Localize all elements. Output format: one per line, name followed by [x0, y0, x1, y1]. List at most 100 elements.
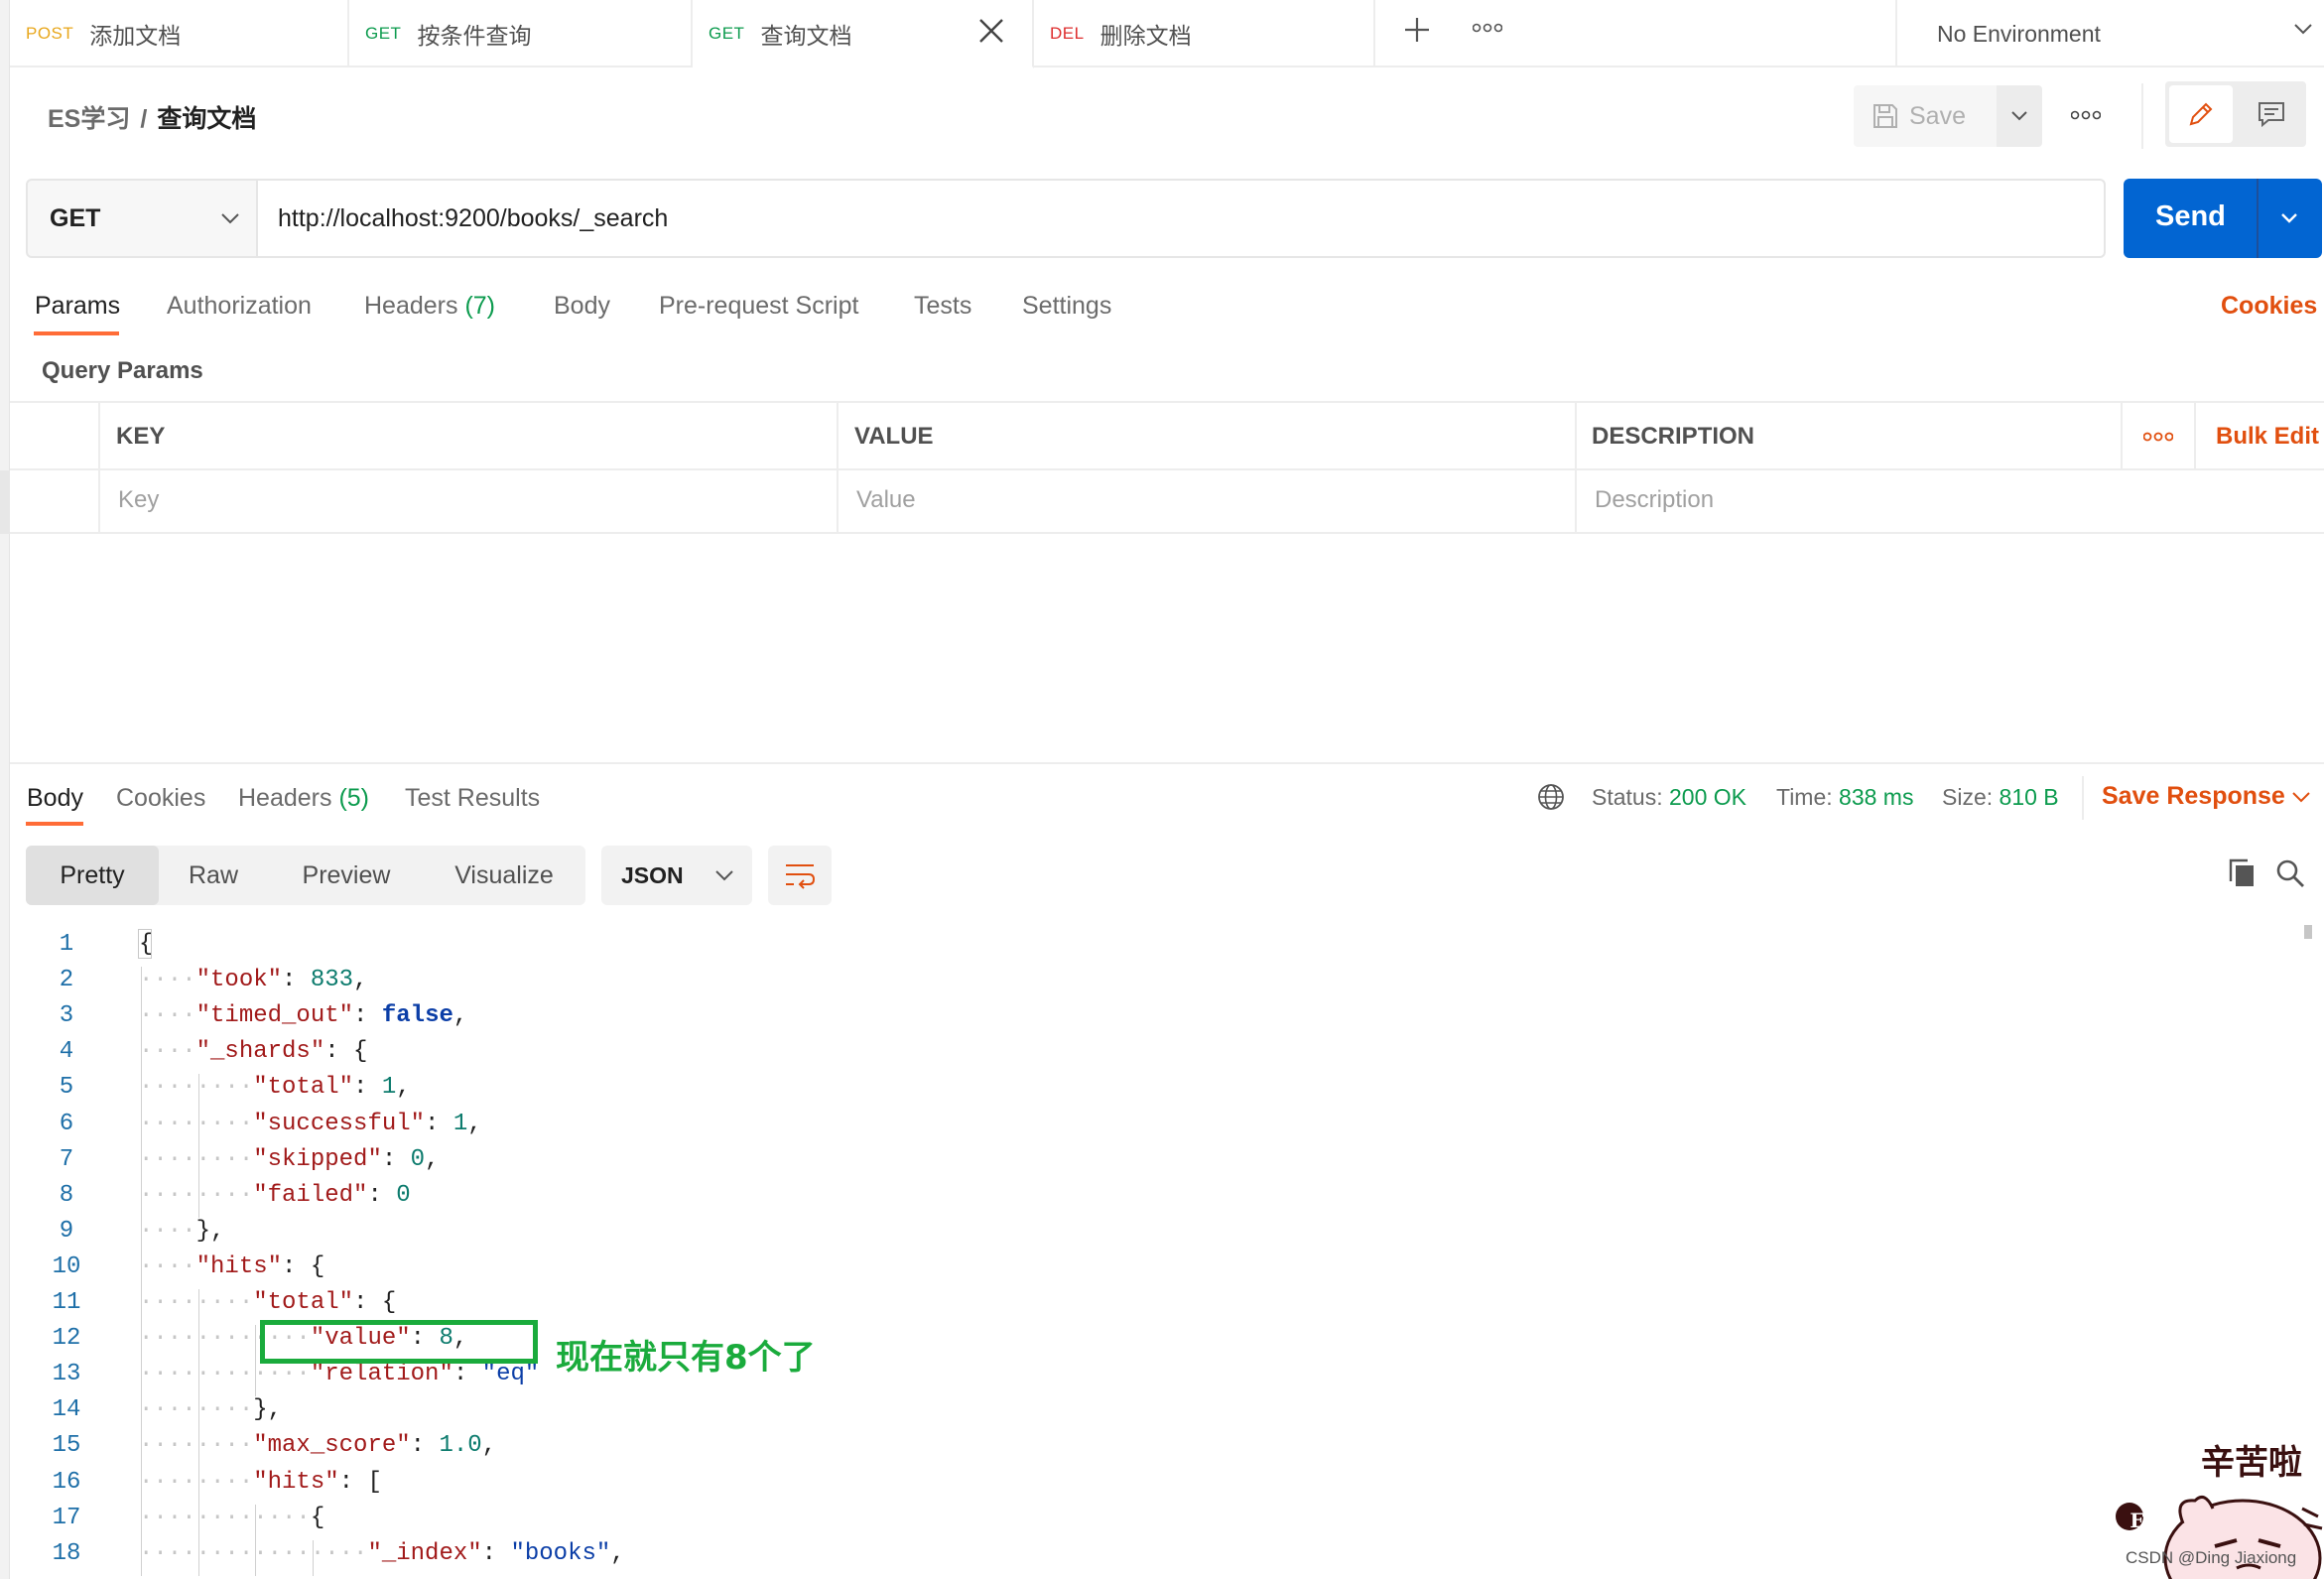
line-number: 5 — [59, 1074, 74, 1102]
status-value: 200 OK — [1669, 784, 1746, 810]
tab-params[interactable]: Params — [35, 292, 120, 321]
code-token: : — [410, 1432, 440, 1460]
save-dropdown-button[interactable] — [1997, 85, 2042, 147]
url-value: http://localhost:9200/books/_search — [278, 203, 669, 232]
tab-method: GET — [709, 23, 745, 43]
save-response-button[interactable]: Save Response — [2102, 782, 2285, 811]
bulk-edit-button[interactable]: Bulk Edit — [2216, 423, 2319, 451]
format-pretty-button[interactable]: Pretty — [26, 846, 159, 905]
chevron-down-icon — [2011, 111, 2027, 121]
indent-guide — [197, 1289, 199, 1576]
code-line: ····"_shards": { — [139, 1038, 367, 1065]
environment-selector[interactable]: No Environment — [1895, 0, 2324, 67]
format-preview-button[interactable]: Preview — [280, 846, 413, 905]
indent-guide-dots: ···· — [139, 1217, 196, 1245]
indent-guide-dots: ···· — [139, 1002, 196, 1030]
close-icon[interactable] — [978, 18, 1004, 44]
url-input[interactable]: http://localhost:9200/books/_search — [256, 179, 2106, 258]
code-token: }, — [253, 1396, 283, 1424]
description-input[interactable]: Description — [1595, 486, 1714, 514]
sticker-badge: E — [2130, 1509, 2145, 1532]
tab-query-document[interactable]: GET 查询文档 — [693, 0, 1034, 68]
code-token: , — [396, 1074, 411, 1102]
new-tab-plus-icon[interactable] — [1403, 16, 1431, 44]
code-token: , — [610, 1539, 625, 1567]
code-token: 0 — [410, 1145, 426, 1173]
chevron-down-icon[interactable] — [2274, 202, 2304, 232]
scrollbar[interactable] — [2304, 925, 2312, 939]
response-tab-test-results[interactable]: Test Results — [405, 784, 540, 813]
pane-splitter[interactable] — [10, 762, 2324, 764]
environment-label: No Environment — [1937, 20, 2101, 47]
column-header-key: KEY — [116, 423, 166, 450]
send-button[interactable]: Send — [2124, 179, 2322, 258]
line-number: 4 — [59, 1038, 74, 1066]
indent-guide-dots: ········ — [139, 1074, 254, 1102]
chevron-down-icon — [715, 870, 733, 881]
watermark: CSDN @Ding Jiaxiong — [2126, 1548, 2297, 1567]
more-options-icon[interactable] — [2071, 109, 2101, 121]
code-line: ····"timed_out": false, — [139, 1002, 467, 1029]
indent-guide-dots: ········ — [139, 1145, 254, 1173]
tab-conditional-query[interactable]: GET 按条件查询 — [349, 0, 693, 67]
chevron-down-icon — [2294, 24, 2312, 35]
tab-prerequest-script[interactable]: Pre-request Script — [659, 292, 858, 321]
column-divider — [2121, 403, 2123, 468]
tab-authorization[interactable]: Authorization — [167, 292, 312, 321]
code-token: "hits" — [253, 1468, 339, 1496]
key-input[interactable]: Key — [118, 486, 159, 514]
tab-delete-document[interactable]: DEL 删除文档 — [1034, 0, 1375, 67]
tab-body[interactable]: Body — [554, 292, 610, 321]
comments-button[interactable] — [2241, 85, 2302, 143]
cursor-bracket-match — [138, 929, 152, 959]
status-readout[interactable]: Status: 200 OK — [1592, 784, 1746, 811]
code-token: : — [353, 1002, 382, 1030]
copy-icon[interactable] — [2227, 857, 2257, 889]
line-number: 14 — [52, 1396, 81, 1424]
line-number: 8 — [59, 1181, 74, 1209]
pencil-icon — [2189, 102, 2213, 126]
http-method-select[interactable]: GET — [26, 179, 258, 258]
code-token: }, — [195, 1217, 225, 1245]
annotation-text: 现在就只有8个了 — [556, 1338, 816, 1378]
tab-method: DEL — [1050, 24, 1085, 43]
code-token: : { — [324, 1038, 368, 1066]
format-visualize-button[interactable]: Visualize — [437, 846, 572, 905]
response-tab-body[interactable]: Body — [27, 784, 83, 813]
page-title[interactable]: 查询文档 — [157, 105, 256, 133]
globe-icon[interactable] — [1536, 782, 1566, 812]
search-icon[interactable] — [2274, 857, 2306, 889]
tab-tests[interactable]: Tests — [914, 292, 971, 321]
save-label: Save — [1909, 101, 1966, 130]
sticker-caption: 辛苦啦 — [2201, 1443, 2302, 1483]
row-drag-handle[interactable] — [0, 470, 10, 534]
edit-mode-button[interactable] — [2169, 85, 2233, 143]
code-token: : — [481, 1539, 511, 1567]
response-tab-headers[interactable]: Headers (5) — [238, 784, 369, 813]
tab-settings[interactable]: Settings — [1022, 292, 1111, 321]
indent-guide-dots: ················ — [139, 1539, 368, 1567]
time-value: 838 ms — [1839, 784, 1914, 810]
indent-guide — [141, 967, 142, 1576]
breadcrumb-collection[interactable]: ES学习 — [48, 105, 130, 133]
response-body-editor[interactable]: 1{2 ····"took": 833, 3 ····"timed_out": fal… — [0, 925, 2312, 1579]
time-label: Time: — [1776, 784, 1833, 810]
value-input[interactable]: Value — [856, 486, 916, 514]
code-token: "_shards" — [195, 1038, 325, 1066]
time-readout[interactable]: Time: 838 ms — [1776, 784, 1913, 811]
more-tabs-icon[interactable] — [1473, 22, 1502, 34]
response-tab-cookies[interactable]: Cookies — [116, 784, 205, 813]
code-token: { — [310, 1504, 325, 1531]
chevron-down-icon[interactable] — [2290, 786, 2312, 808]
cookies-link[interactable]: Cookies — [2221, 292, 2317, 321]
format-raw-button[interactable]: Raw — [159, 846, 268, 905]
tab-add-document[interactable]: POST 添加文档 — [10, 0, 349, 67]
language-select[interactable]: JSON — [601, 846, 752, 905]
active-tab-indicator — [26, 822, 83, 826]
tab-headers[interactable]: Headers (7) — [364, 292, 495, 321]
save-button[interactable]: Save — [1854, 85, 2001, 147]
wrap-lines-button[interactable] — [768, 846, 832, 905]
code-token: : { — [353, 1289, 397, 1316]
size-readout[interactable]: Size: 810 B — [1942, 784, 2059, 811]
more-options-icon[interactable] — [2143, 431, 2173, 443]
